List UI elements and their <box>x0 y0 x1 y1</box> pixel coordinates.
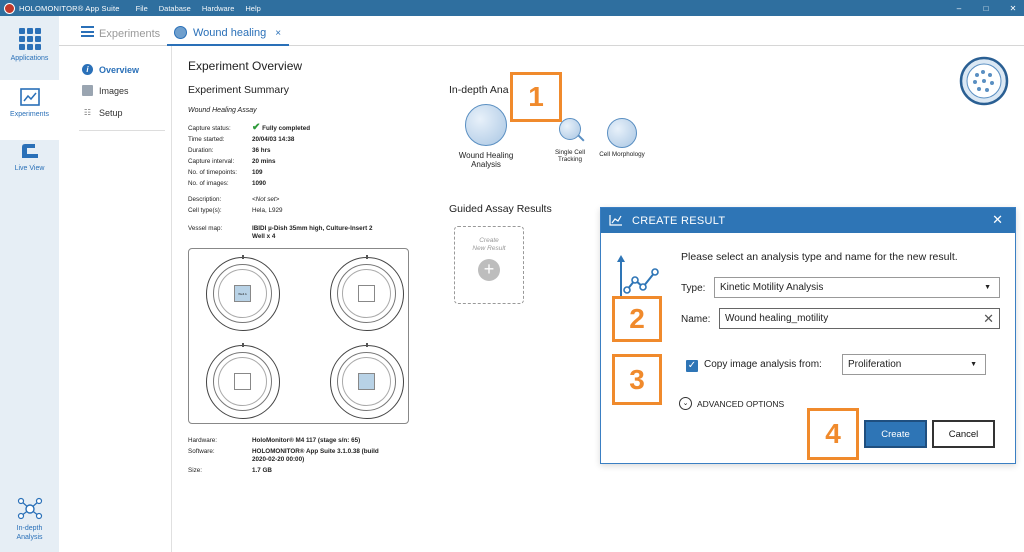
app-titlebar: HOLOMONITOR® App Suite File Database Har… <box>0 0 1024 16</box>
menu-help[interactable]: Help <box>245 4 260 13</box>
chevron-down-icon: ⌄ <box>679 397 692 410</box>
field-cell-types: Cell type(s): Hela, L929 <box>188 207 283 214</box>
create-new-result-card[interactable]: Create New Result + <box>454 226 524 304</box>
app-name: HOLOMONITOR® App Suite <box>19 3 120 13</box>
field-duration: Duration: 36 hrs <box>188 147 271 154</box>
page-title: Experiment Overview <box>188 59 303 73</box>
analysis-cell-morphology[interactable]: Cell Morphology <box>596 118 648 158</box>
create-button[interactable]: Create <box>864 420 927 448</box>
experiment-dish-icon <box>174 26 187 39</box>
check-icon: ✔ <box>252 122 261 133</box>
dialog-prompt: Please select an analysis type and name … <box>681 251 958 263</box>
advanced-options-toggle[interactable]: ⌄ ADVANCED OPTIONS <box>679 397 784 410</box>
sidebar-label: Applications <box>10 55 49 62</box>
sidebar-item-live-view[interactable]: Live View <box>0 134 59 194</box>
subnav-label: Setup <box>99 107 123 118</box>
field-hardware: Hardware: HoloMonitor® M4 117 (stage s/n… <box>188 437 361 444</box>
sliders-icon: ☷ <box>83 108 92 117</box>
cancel-button[interactable]: Cancel <box>932 420 995 448</box>
copy-analysis-select[interactable]: Proliferation ▼ <box>842 354 986 375</box>
field-capture-interval: Capture interval: 20 mins <box>188 158 276 165</box>
summary-title: Experiment Summary <box>188 84 289 96</box>
chevron-down-icon: ▼ <box>970 361 977 368</box>
chart-line-icon <box>609 215 622 226</box>
analysis-single-cell-tracking[interactable]: Single Cell Tracking <box>550 116 590 163</box>
copy-analysis-checkbox[interactable]: ✓ <box>686 360 698 372</box>
close-icon[interactable]: ✕ <box>992 212 1003 228</box>
sidebar-label: Live View <box>14 165 45 172</box>
subnav-label: Overview <box>99 64 140 75</box>
copy-analysis-label: Copy image analysis from: <box>704 359 822 370</box>
field-vessel-map: Vessel map: IBIDI µ-Dish 35mm high, Cult… <box>188 225 373 240</box>
tab-experiments[interactable]: Experiments <box>99 28 160 40</box>
well-bottom-right[interactable] <box>330 343 404 419</box>
field-description: Description: <Not set> <box>188 196 280 203</box>
divider <box>79 130 165 131</box>
network-icon <box>17 497 42 520</box>
plus-icon: + <box>478 259 500 281</box>
guided-title: Guided Assay Results <box>449 203 552 215</box>
dialog-title: CREATE RESULT <box>632 214 726 227</box>
tab-label: Wound healing <box>193 27 267 39</box>
field-size: Size: 1.7 GB <box>188 467 272 474</box>
tab-wound-healing[interactable]: Wound healing × <box>167 20 290 46</box>
analysis-wound-healing[interactable]: Wound Healing Analysis <box>456 104 516 169</box>
applications-grid-icon <box>18 28 41 50</box>
assay-name: Wound Healing Assay <box>188 107 257 114</box>
vessel-map: Well A <box>188 248 409 424</box>
callout-1: 1 <box>510 72 562 122</box>
sidebar-item-applications[interactable]: Applications <box>0 20 59 80</box>
app-sidebar: Applications Experiments Live View In-de… <box>0 16 59 552</box>
callout-3: 3 <box>612 354 662 405</box>
chevron-down-icon: ▼ <box>984 284 991 291</box>
sidebar-label: Experiments <box>10 111 49 118</box>
wound-healing-icon <box>465 104 507 146</box>
tab-bar: Experiments Wound healing × <box>59 16 1024 46</box>
sidebar-label: In-depth Analysis <box>16 525 43 541</box>
callout-2: 2 <box>612 296 662 342</box>
subnav-item-setup[interactable]: ☷ Setup <box>82 107 123 118</box>
close-window-button[interactable]: ✕ <box>1002 0 1024 16</box>
microscope-icon <box>21 144 38 158</box>
name-label: Name: <box>681 314 711 325</box>
well-image-thumbnail[interactable]: Well A <box>234 285 251 302</box>
cell-morphology-icon <box>607 118 637 148</box>
type-select[interactable]: Kinetic Motility Analysis ▼ <box>714 277 1000 298</box>
indepth-title: In-depth Ana <box>449 84 509 96</box>
callout-4: 4 <box>807 408 859 460</box>
experiment-dish-icon <box>959 56 1009 106</box>
well-top-right[interactable] <box>330 255 404 331</box>
field-software: Software: HOLOMONITOR® App Suite 3.1.0.3… <box>188 448 379 463</box>
name-input[interactable]: Wound healing_motility ✕ <box>719 308 1000 329</box>
hamburger-menu-icon[interactable] <box>81 26 94 40</box>
app-logo-icon <box>4 2 15 14</box>
chart-line-icon <box>19 88 40 106</box>
kinetic-chart-icon <box>617 255 659 298</box>
field-time-started: Time started: 20/04/03 14:38 <box>188 136 295 143</box>
maximize-button[interactable]: □ <box>975 0 997 16</box>
sidebar-item-experiments[interactable]: Experiments <box>0 80 59 140</box>
minimize-button[interactable]: – <box>948 0 970 16</box>
well-top-left[interactable]: Well A <box>206 255 280 331</box>
subnav-item-images[interactable]: Images <box>82 85 129 96</box>
close-tab-icon[interactable]: × <box>275 28 281 39</box>
field-images: No. of images: 1090 <box>188 180 267 187</box>
clear-icon[interactable]: ✕ <box>983 311 994 327</box>
field-timepoints: No. of timepoints: 109 <box>188 169 263 176</box>
field-capture-status: Capture status: ✔ Fully completed <box>188 122 311 133</box>
sidebar-item-in-depth-analysis[interactable]: In-depth Analysis <box>0 488 59 552</box>
images-icon <box>82 85 93 96</box>
menu-file[interactable]: File <box>136 4 148 13</box>
type-label: Type: <box>681 283 706 294</box>
menu-database[interactable]: Database <box>159 4 191 13</box>
subnav-label: Images <box>99 85 129 96</box>
info-icon: i <box>82 64 93 75</box>
well-bottom-left[interactable] <box>206 343 280 419</box>
dialog-header: CREATE RESULT ✕ <box>601 208 1015 233</box>
subnav-item-overview[interactable]: i Overview <box>82 64 139 75</box>
experiment-subnav: i Overview Images ☷ Setup <box>59 46 172 552</box>
menu-hardware[interactable]: Hardware <box>202 4 235 13</box>
